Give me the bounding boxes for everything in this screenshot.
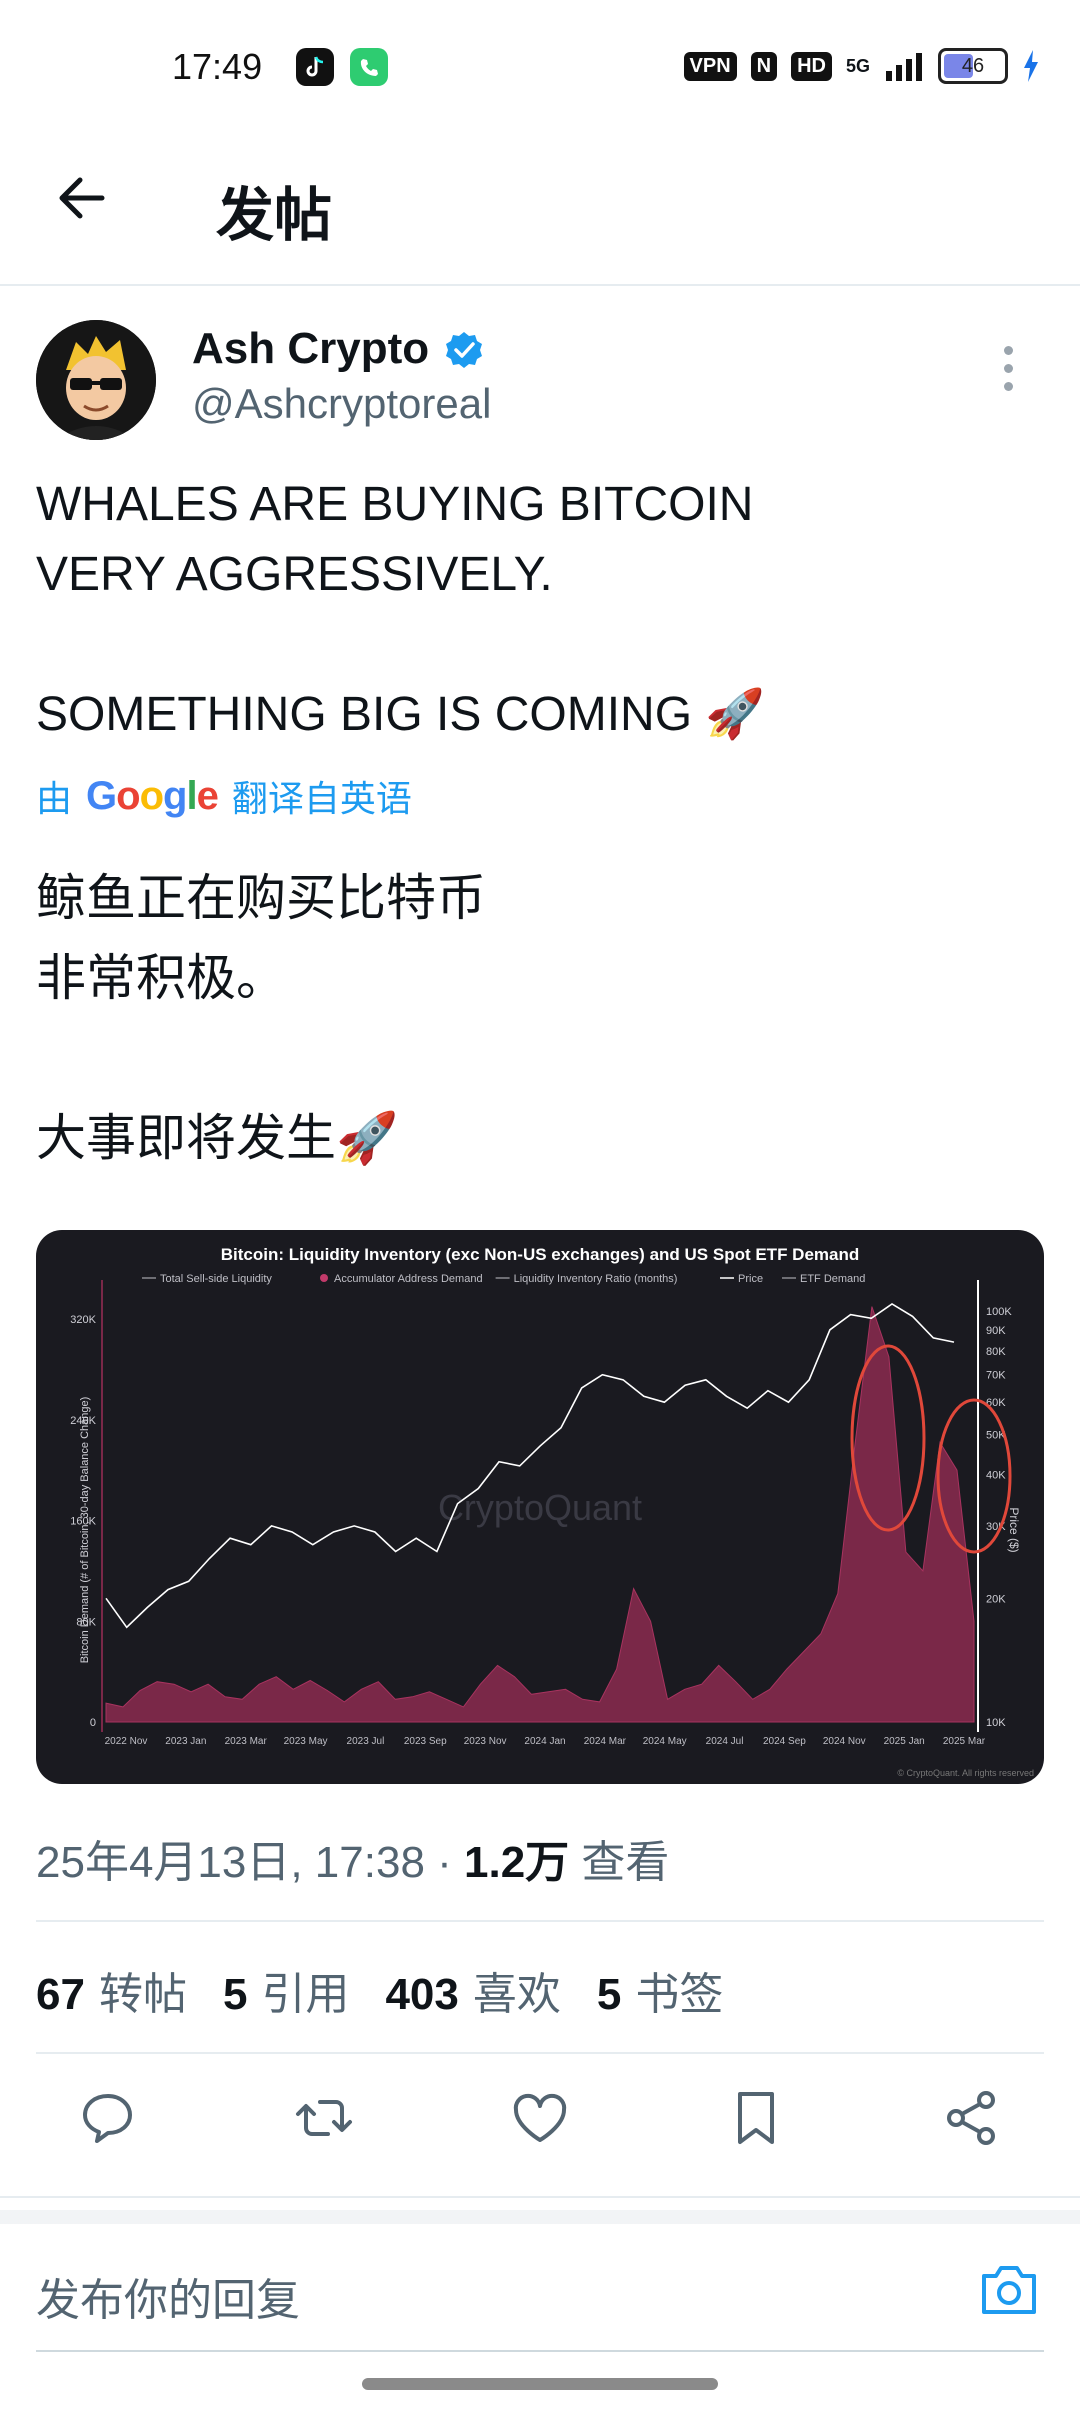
stat-retweets[interactable]: 67 转帖 <box>36 1958 187 2022</box>
translation-attribution[interactable]: 由 Google 翻译自英语 <box>36 770 412 822</box>
action-bar <box>36 2086 1044 2150</box>
y2-tick-label: 100K <box>986 1306 1012 1318</box>
x-tick-label: 2025 Jan <box>884 1736 925 1747</box>
chart-image[interactable]: Bitcoin: Liquidity Inventory (exc Non-US… <box>36 1230 1044 1784</box>
reply-icon[interactable] <box>76 2086 140 2150</box>
chart-source: © CryptoQuant. All rights reserved <box>897 1768 1034 1778</box>
x-tick-label: 2024 Nov <box>823 1736 866 1747</box>
reply-input[interactable]: 发布你的回复 <box>36 2264 300 2328</box>
x-tick-label: 2025 Mar <box>943 1736 986 1747</box>
x-tick-label: 2023 Mar <box>225 1736 268 1747</box>
translate-suffix: 翻译自英语 <box>231 779 412 820</box>
tiktok-icon <box>296 48 334 86</box>
legend-item: Liquidity Inventory Ratio (months) <box>495 1273 678 1285</box>
section-gap <box>0 2210 1080 2224</box>
stat-likes[interactable]: 403 喜欢 <box>385 1958 560 2022</box>
retweet-icon[interactable] <box>292 2086 356 2150</box>
views-label: 查看 <box>569 1838 670 1887</box>
x-tick-label: 2023 Jan <box>165 1736 206 1747</box>
status-icons: VPN N HD 5G 46 <box>683 48 1040 84</box>
reply-underline <box>36 2350 1044 2352</box>
hd-indicator: HD <box>791 51 832 81</box>
x-tick-label: 2024 Jul <box>706 1736 744 1747</box>
like-icon[interactable] <box>508 2086 572 2150</box>
share-icon[interactable] <box>940 2086 1004 2150</box>
series-price <box>105 1303 955 1629</box>
charging-icon <box>1024 50 1038 82</box>
legend-item: ETF Demand <box>782 1273 865 1285</box>
x-axis: 2022 Nov 2023 Jan 2023 Mar 2023 May 2023 Jul… <box>105 1736 986 1747</box>
tweet-meta: 25年4月13日, 17:38 · 1.2万 查看 <box>36 1826 669 1890</box>
y2-tick-label: 80K <box>986 1346 1006 1358</box>
author-name[interactable]: Ash Crypto <box>192 324 429 374</box>
battery-indicator: 46 <box>938 48 1008 84</box>
stats-row: 67 转帖 5 引用 403 喜欢 5 书签 <box>36 1958 723 2022</box>
x-tick-label: 2023 Nov <box>464 1736 507 1747</box>
y2-tick-label: 20K <box>986 1593 1006 1605</box>
legend-item: Total Sell-side Liquidity <box>142 1273 272 1285</box>
header-divider <box>0 284 1080 286</box>
x-tick-label: 2024 Mar <box>584 1736 627 1747</box>
camera-icon[interactable] <box>978 2262 1040 2323</box>
y-tick-label: 80K <box>76 1616 96 1628</box>
legend-label: Accumulator Address Demand <box>334 1273 483 1285</box>
back-button[interactable] <box>52 168 112 233</box>
chart-watermark: CryptoQuant <box>438 1487 642 1528</box>
nfc-icon: N <box>750 51 778 81</box>
y2-tick-label: 90K <box>986 1325 1006 1337</box>
stats-divider <box>36 2052 1044 2054</box>
vpn-indicator: VPN <box>683 51 737 81</box>
y-tick-label: 240K <box>70 1415 96 1427</box>
home-indicator[interactable] <box>362 2378 718 2390</box>
x-tick-label: 2023 Jul <box>347 1736 385 1747</box>
legend-item: Price <box>720 1273 763 1285</box>
y-tick-label: 0 <box>90 1717 96 1729</box>
author-handle[interactable]: @Ashcryptoreal <box>192 380 491 428</box>
x-tick-label: 2023 Sep <box>404 1736 447 1747</box>
chart-legend: Total Sell-side Liquidity Accumulator Add… <box>142 1273 865 1285</box>
signal-icon <box>886 53 922 81</box>
x-tick-label: 2023 May <box>284 1736 328 1747</box>
y2-tick-label: 10K <box>986 1717 1006 1729</box>
translate-prefix: 由 <box>36 779 73 820</box>
x-tick-label: 2024 Sep <box>763 1736 806 1747</box>
x-tick-label: 2024 May <box>643 1736 687 1747</box>
tweet-text: WHALES ARE BUYING BITCOIN VERY AGGRESSIV… <box>36 478 766 741</box>
avatar[interactable] <box>36 320 156 440</box>
chart-title: Bitcoin: Liquidity Inventory (exc Non-US… <box>221 1245 860 1264</box>
legend-label: Liquidity Inventory Ratio (months) <box>514 1273 678 1285</box>
meta-divider <box>36 1920 1044 1922</box>
x-tick-label: 2024 Jan <box>524 1736 565 1747</box>
back-arrow-icon <box>59 177 105 219</box>
legend-item: Accumulator Address Demand <box>320 1273 483 1285</box>
status-time: 17:49 <box>172 46 263 87</box>
legend-label: ETF Demand <box>800 1273 865 1285</box>
y-tick-label: 160K <box>70 1516 96 1528</box>
view-count: 1.2万 <box>464 1838 570 1887</box>
bookmark-icon[interactable] <box>724 2086 788 2150</box>
y-axis: 0 80K 160K 240K 320K <box>70 1314 96 1729</box>
x-tick-label: 2022 Nov <box>105 1736 148 1747</box>
stat-bookmarks[interactable]: 5 书签 <box>597 1958 723 2022</box>
legend-label: Price <box>738 1273 763 1285</box>
google-logo: Google <box>86 773 219 818</box>
timestamp: 25年4月13日, 17:38 · <box>36 1838 465 1887</box>
page-title: 发帖 <box>216 181 333 249</box>
translated-text: 鲸鱼正在购买比特币 非常积极。 大事即将发生🚀 <box>36 869 486 1167</box>
actions-divider <box>0 2196 1080 2198</box>
verified-badge-icon <box>444 330 484 375</box>
stat-quotes[interactable]: 5 引用 <box>223 1958 349 2022</box>
chart-svg: Bitcoin: Liquidity Inventory (exc Non-US… <box>70 1245 1034 1778</box>
phone-app-icon <box>350 48 388 86</box>
legend-label: Total Sell-side Liquidity <box>160 1273 272 1285</box>
network-type: 5G <box>845 55 870 76</box>
more-icon[interactable] <box>1004 346 1014 400</box>
y2-tick-label: 70K <box>986 1370 1006 1382</box>
y-tick-label: 320K <box>70 1314 96 1326</box>
y2-tick-label: 40K <box>986 1470 1006 1482</box>
chart-y2label: Price ($) <box>1007 1507 1021 1552</box>
